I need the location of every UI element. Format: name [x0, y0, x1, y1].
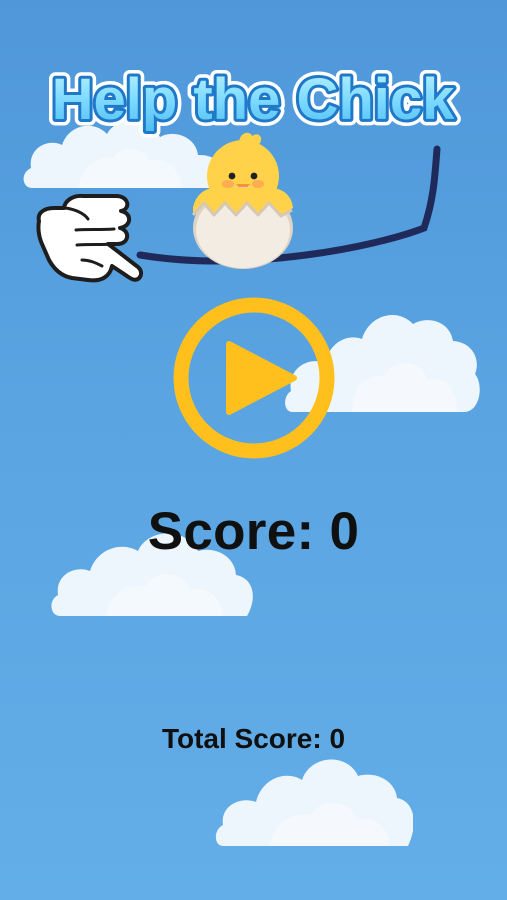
play-button[interactable] — [173, 297, 335, 459]
total-score-value: 0 — [329, 723, 346, 754]
score-value: 0 — [329, 502, 360, 561]
score-display: Score: 0 — [0, 505, 507, 558]
chick-icon — [191, 132, 293, 269]
total-score-label: Total Score: — [161, 723, 322, 754]
hand-pointer-icon — [36, 193, 143, 283]
title-text-fill: Help the Chick — [52, 67, 456, 132]
game-screen: Help the Chick Help the Chick Help the C… — [0, 0, 507, 900]
cloud-bottom-right — [215, 759, 413, 846]
chick-illustration — [36, 132, 441, 283]
score-label: Score: — [147, 502, 315, 561]
total-score-display: Total Score: 0 — [0, 725, 507, 753]
play-icon — [226, 341, 297, 415]
